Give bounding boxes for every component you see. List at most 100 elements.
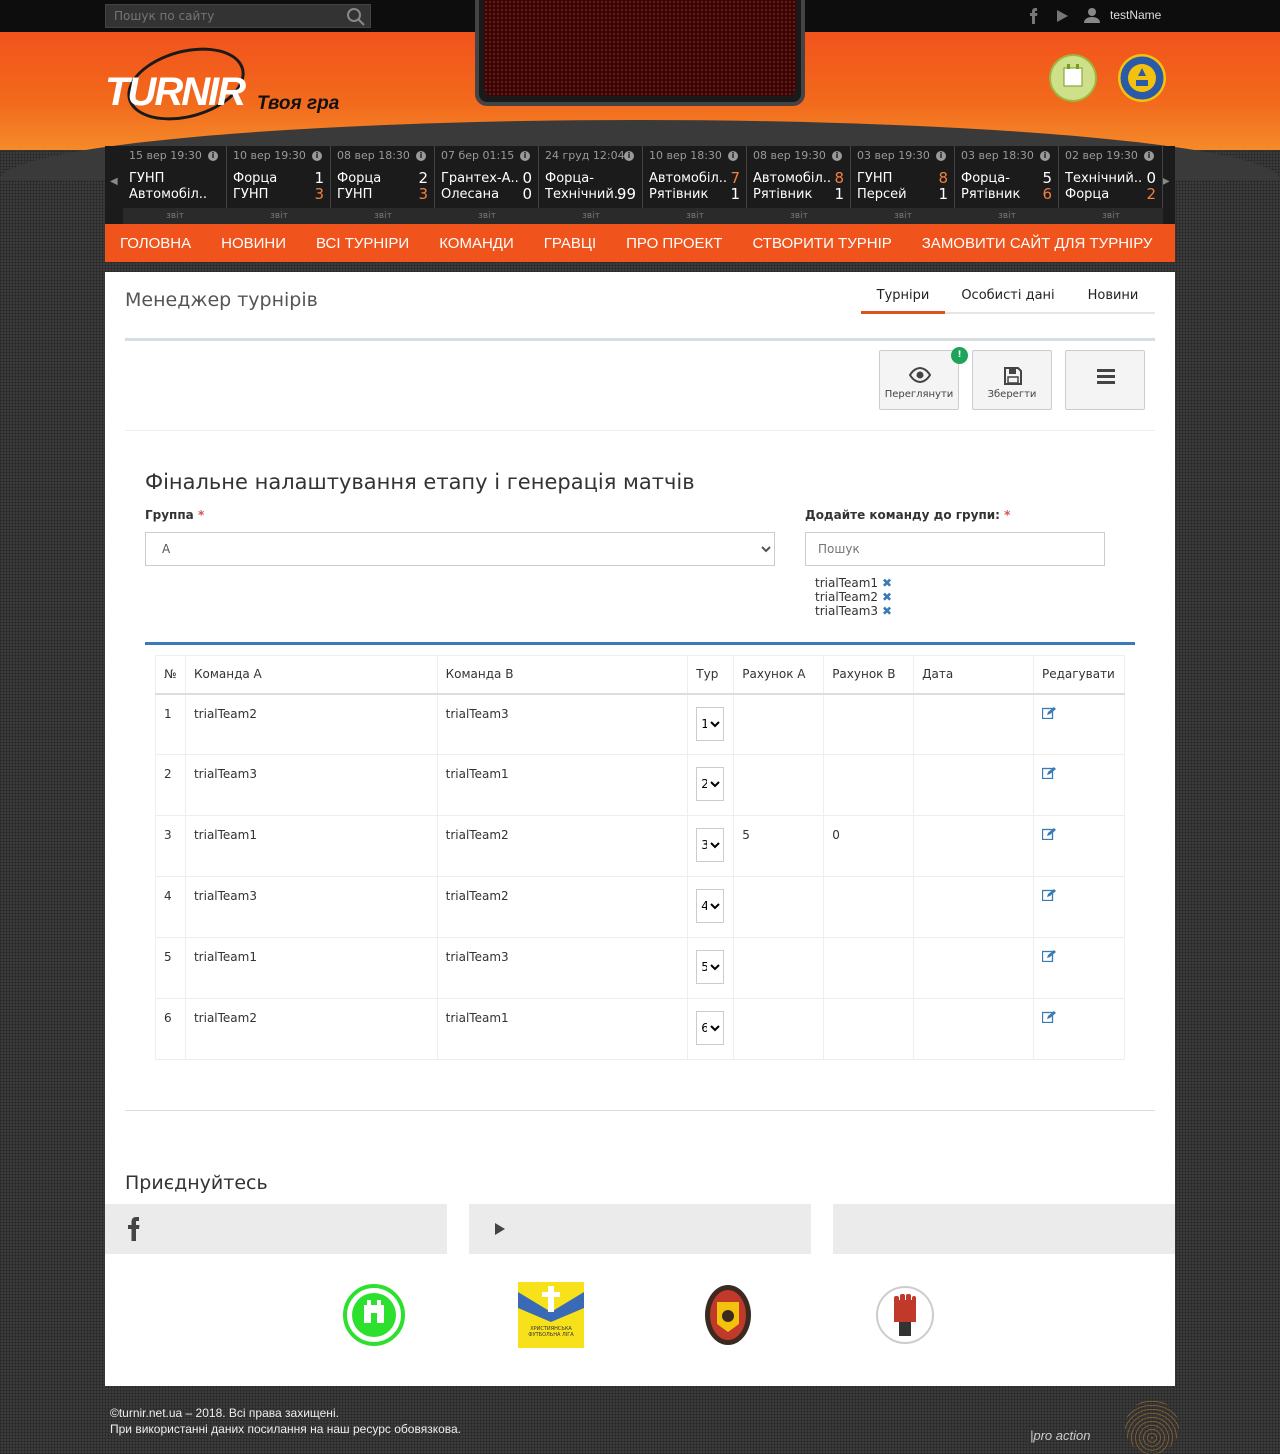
facebook-block[interactable] <box>105 1204 447 1254</box>
info-icon[interactable]: i <box>1040 151 1050 161</box>
info-icon[interactable]: i <box>312 151 322 161</box>
nav-item[interactable]: Команди <box>424 235 529 252</box>
edit-cell <box>1032 693 1126 755</box>
play-icon[interactable] <box>1054 8 1070 24</box>
match-card[interactable]: 03 вер 19:30 i ГУНП Персей 8 1 звіт <box>851 146 955 224</box>
match-card[interactable]: 03 вер 18:30 i Форца- Рятівник 5 6 звіт <box>955 146 1059 224</box>
edit-icon[interactable] <box>1041 706 1056 719</box>
match-report-link[interactable]: звіт <box>539 208 643 224</box>
team-search-input[interactable] <box>805 532 1105 566</box>
facebook-icon[interactable] <box>1026 8 1042 24</box>
partner-logo-shield[interactable] <box>695 1282 761 1348</box>
match-team-b: ГУНП <box>337 187 373 202</box>
info-icon[interactable]: i <box>1144 151 1154 161</box>
match-report-link[interactable]: звіт <box>123 208 227 224</box>
match-report-link[interactable]: звіт <box>747 208 851 224</box>
match-card[interactable]: 08 вер 18:30 i Форца ГУНП 2 3 звіт <box>331 146 435 224</box>
youtube-block[interactable] <box>469 1204 811 1254</box>
match-report-link[interactable]: звіт <box>955 208 1059 224</box>
nav-item[interactable]: Створити турнір <box>737 235 906 252</box>
match-team-a: Форца <box>233 171 278 186</box>
username[interactable]: testName <box>1110 8 1161 22</box>
tour-select[interactable]: 5 <box>696 950 725 984</box>
match-card[interactable]: 10 вер 18:30 i Автомобіл.. Рятівник 7 1 звіт <box>643 146 747 224</box>
remove-icon[interactable]: ✖ <box>882 576 892 590</box>
group-label-text: Группа <box>145 508 194 522</box>
info-icon[interactable]: i <box>208 151 218 161</box>
view-button[interactable]: Переглянути <box>879 350 959 410</box>
nav-item[interactable]: Новини <box>206 235 301 252</box>
edit-icon[interactable] <box>1041 1011 1056 1023</box>
match-date: 03 вер 19:30 <box>857 149 930 162</box>
info-icon[interactable]: i <box>416 151 426 161</box>
social-block-empty[interactable] <box>833 1204 1175 1254</box>
section-divider <box>145 642 1135 645</box>
nav-item[interactable]: Про проект <box>611 235 737 252</box>
match-score-b: 1 <box>938 185 948 203</box>
partner-logo-christian-league[interactable]: ХРИСТИЯНСЬКА ФУТБОЛЬНА ЛІГА <box>518 1282 584 1348</box>
nav-item[interactable]: Гравці <box>529 235 611 252</box>
group-team-name: trialTeam1 <box>815 576 879 590</box>
crest-federation-logo[interactable] <box>1118 54 1166 102</box>
match-report-link[interactable]: звіт <box>435 208 539 224</box>
play-icon <box>495 1223 505 1235</box>
tour-select[interactable]: 4 <box>696 889 725 923</box>
info-icon[interactable]: i <box>936 151 946 161</box>
date-cell <box>913 815 1034 877</box>
group-select[interactable]: A <box>145 532 775 566</box>
match-report-link[interactable]: звіт <box>227 208 331 224</box>
partner-logo-text: ХРИСТИЯНСЬКА ФУТБОЛЬНА ЛІГА <box>528 1326 574 1338</box>
match-score-b: 99 <box>616 185 636 203</box>
info-icon[interactable]: i <box>624 151 634 161</box>
tab-tournaments[interactable]: Турніри <box>861 288 945 303</box>
info-icon[interactable]: i <box>728 151 738 161</box>
match-report-link[interactable]: звіт <box>331 208 435 224</box>
results-next-arrow[interactable]: ▶ <box>1162 176 1170 187</box>
tour-select[interactable]: 2 <box>696 767 725 801</box>
match-card[interactable]: 08 вер 19:30 i Автомобіл.. Рятівник 8 1 звіт <box>747 146 851 224</box>
match-team-b: Персей <box>857 187 907 202</box>
edit-icon[interactable] <box>1041 889 1056 901</box>
info-icon[interactable]: i <box>832 151 842 161</box>
nav-item[interactable]: Замовити сайт для турніру <box>907 235 1168 252</box>
score-b-cell <box>823 693 915 755</box>
nav-item[interactable]: Всі турніри <box>301 235 424 252</box>
partner-logo-fist[interactable] <box>872 1282 938 1348</box>
match-card[interactable]: 24 груд 12:04 i Форца- Технічний.. 99 звіт <box>539 146 643 224</box>
tour-select[interactable]: 6 <box>696 1011 725 1045</box>
edit-icon[interactable] <box>1041 828 1056 840</box>
developer-brand[interactable]: |pro action <box>1030 1428 1090 1443</box>
user-icon[interactable] <box>1084 7 1100 23</box>
save-button[interactable]: Зберегти <box>972 350 1052 410</box>
remove-icon[interactable]: ✖ <box>882 604 892 618</box>
info-icon[interactable]: i <box>520 151 530 161</box>
edit-icon[interactable] <box>1041 767 1056 779</box>
tour-select[interactable]: 3 <box>696 828 725 862</box>
tour-select[interactable]: 1 <box>696 706 725 741</box>
match-card[interactable]: 02 вер 19:30 i Технічний.. Форца 0 2 звіт <box>1059 146 1163 224</box>
site-search <box>105 4 371 28</box>
tab-news[interactable]: Новини <box>1071 288 1155 303</box>
tab-personal-data[interactable]: Особисті дані <box>945 288 1071 303</box>
edit-cell <box>1032 754 1126 816</box>
partner-logo-lviv[interactable] <box>341 1282 407 1348</box>
match-report-link[interactable]: звіт <box>851 208 955 224</box>
match-card[interactable]: 10 вер 19:30 i Форца ГУНП 1 3 звіт <box>227 146 331 224</box>
score-a-cell: 5 <box>733 815 825 877</box>
edit-icon[interactable] <box>1041 950 1056 962</box>
match-team-a: Форца- <box>961 171 1010 186</box>
match-report-link[interactable]: звіт <box>643 208 747 224</box>
site-logo[interactable]: TURNIR <box>105 70 246 115</box>
nav-item[interactable]: Головна <box>105 235 206 252</box>
match-report-link[interactable]: звіт <box>1059 208 1163 224</box>
search-icon[interactable] <box>346 7 366 27</box>
results-prev-arrow[interactable]: ◀ <box>110 176 118 187</box>
site-search-input[interactable] <box>114 8 334 24</box>
match-card[interactable]: 07 бер 01:15 i Грантех-А.. Олесана 0 0 звіт <box>435 146 539 224</box>
group-team-name: trialTeam3 <box>815 604 879 618</box>
crest-lviv-logo[interactable] <box>1049 54 1097 102</box>
matches-table: № Команда A Команда B Тур Рахунок A Рахунок B… <box>155 655 1126 1060</box>
menu-button[interactable] <box>1065 350 1145 410</box>
remove-icon[interactable]: ✖ <box>882 590 892 604</box>
match-card[interactable]: 15 вер 19:30 i ГУНП Автомобіл.. звіт <box>123 146 227 224</box>
